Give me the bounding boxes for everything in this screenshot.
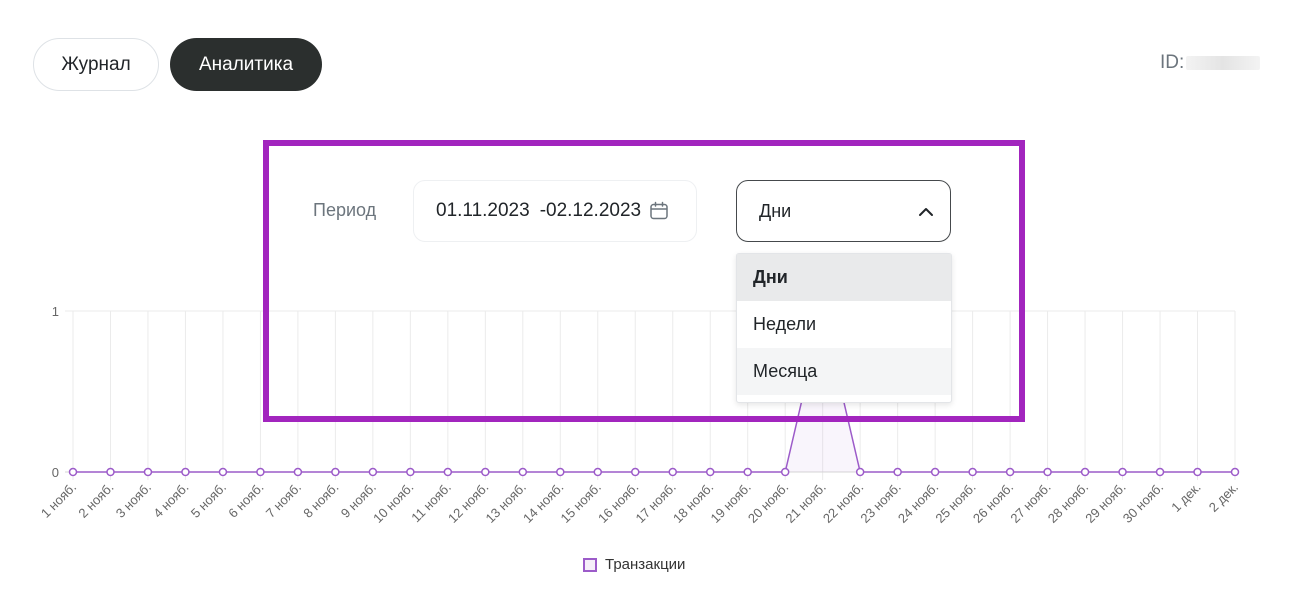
data-point xyxy=(68,467,78,477)
x-tick-label: 19 нояб. xyxy=(707,480,753,526)
legend-swatch xyxy=(583,557,597,572)
x-tick-label: 15 нояб. xyxy=(558,480,604,526)
data-point xyxy=(518,467,528,477)
data-point xyxy=(631,467,640,477)
y-tick-label: 1 xyxy=(52,304,59,319)
granularity-dropdown: Дни Недели Месяца xyxy=(736,253,952,403)
option-months[interactable]: Месяца xyxy=(737,348,951,395)
data-point xyxy=(893,467,902,477)
series-area xyxy=(73,311,1235,472)
chart-legend[interactable]: Транзакции xyxy=(583,556,685,573)
x-tick-label: 1 дек. xyxy=(1168,480,1203,515)
x-tick-label: 14 нояб. xyxy=(520,480,566,526)
x-tick-label: 13 нояб. xyxy=(483,480,529,526)
x-tick-label: 6 нояб. xyxy=(225,480,266,521)
x-tick-label: 2 дек. xyxy=(1206,480,1241,515)
option-days[interactable]: Дни xyxy=(737,254,951,301)
x-tick-label: 3 нояб. xyxy=(113,480,154,521)
data-point xyxy=(668,467,677,477)
x-tick-label: 18 нояб. xyxy=(670,480,716,526)
x-tick-label: 22 нояб. xyxy=(820,480,866,526)
x-tick-label: 28 нояб. xyxy=(1045,480,1091,526)
data-point xyxy=(1005,467,1015,477)
data-point xyxy=(443,467,453,477)
data-point xyxy=(1080,467,1090,477)
data-point xyxy=(780,467,790,477)
y-tick-label: 0 xyxy=(52,465,59,480)
data-point xyxy=(406,467,415,477)
x-tick-label: 12 нояб. xyxy=(445,480,491,526)
data-point xyxy=(968,467,977,477)
x-tick-label: 24 нояб. xyxy=(895,480,941,526)
x-tick-label: 8 нояб. xyxy=(300,480,341,521)
x-tick-label: 30 нояб. xyxy=(1120,480,1166,526)
x-tick-label: 27 нояб. xyxy=(1007,480,1053,526)
x-tick-label: 20 нояб. xyxy=(745,480,791,526)
data-point xyxy=(331,467,340,477)
x-tick-label: 7 нояб. xyxy=(263,480,304,521)
data-point xyxy=(106,467,115,477)
transactions-chart: 0 1 1 нояб.2 нояб.3 нояб.4 нояб.5 нояб.6 н… xyxy=(38,304,1241,526)
x-tick-label: 23 нояб. xyxy=(857,480,903,526)
data-point xyxy=(593,467,603,477)
data-point xyxy=(705,467,715,477)
data-point xyxy=(556,467,565,477)
x-tick-label: 5 нояб. xyxy=(188,480,229,521)
x-tick-label: 26 нояб. xyxy=(970,480,1016,526)
data-point xyxy=(1230,467,1240,477)
x-tick-label: 16 нояб. xyxy=(595,480,641,526)
x-tick-label: 21 нояб. xyxy=(782,480,828,526)
legend-label: Транзакции xyxy=(605,556,686,573)
option-weeks[interactable]: Недели xyxy=(737,301,951,348)
data-point xyxy=(481,467,490,477)
x-tick-label: 29 нояб. xyxy=(1082,480,1128,526)
data-point xyxy=(181,467,190,477)
data-point xyxy=(218,467,228,477)
x-tick-label: 4 нояб. xyxy=(150,480,191,521)
data-point xyxy=(1155,467,1165,477)
data-point xyxy=(256,467,265,477)
x-tick-label: 10 нояб. xyxy=(370,480,416,526)
x-tick-label: 2 нояб. xyxy=(75,480,116,521)
data-point xyxy=(293,467,303,477)
data-point xyxy=(1043,467,1052,477)
x-tick-label: 25 нояб. xyxy=(932,480,978,526)
data-point xyxy=(1193,467,1202,477)
data-point xyxy=(743,467,752,477)
data-point xyxy=(855,467,865,477)
data-point xyxy=(143,467,153,477)
series-line xyxy=(73,310,1235,473)
data-point xyxy=(930,467,940,477)
x-tick-label: 17 нояб. xyxy=(632,480,678,526)
data-point xyxy=(1118,467,1127,477)
data-point xyxy=(368,467,378,477)
x-tick-label: 1 нояб. xyxy=(38,480,79,521)
